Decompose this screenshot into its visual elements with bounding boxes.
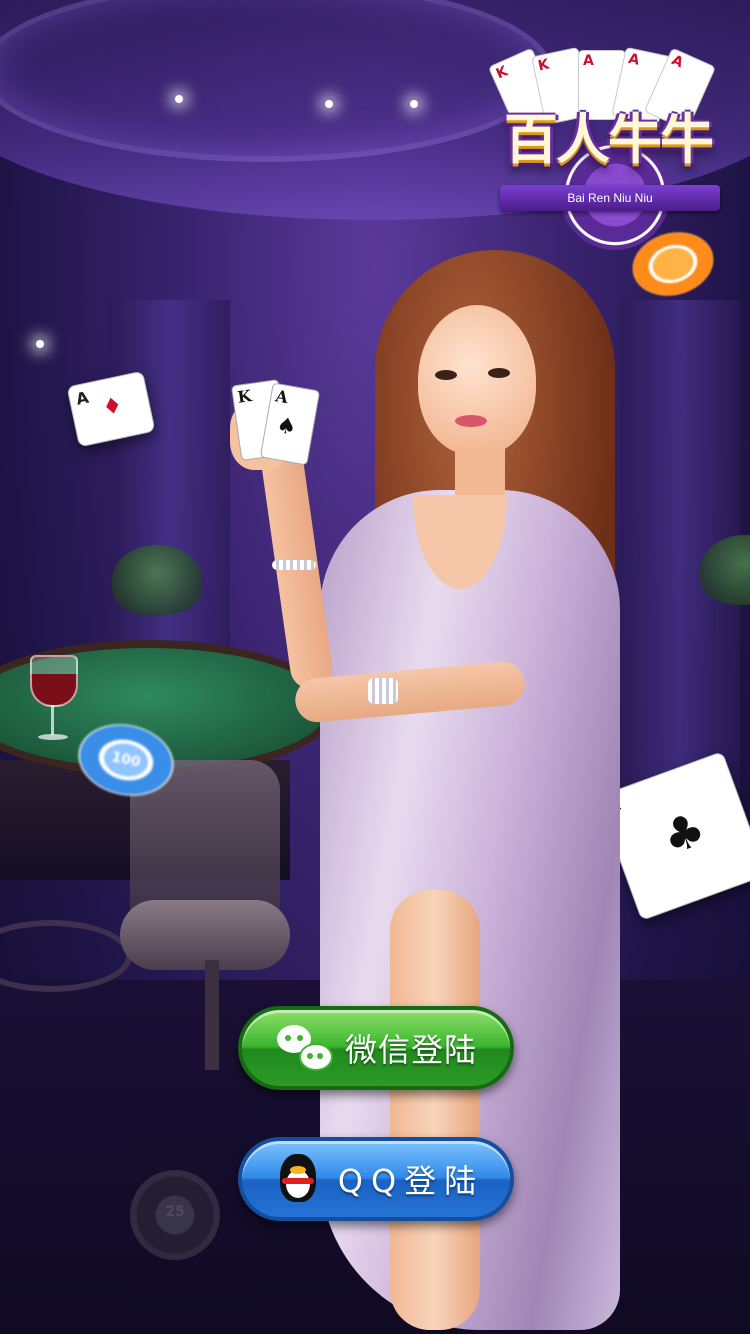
bracelet [272, 560, 316, 570]
character-face [418, 305, 536, 455]
wechat-login-button[interactable]: 微信登陆 [238, 1006, 514, 1090]
diamond-suit-icon: ♦ [100, 392, 125, 422]
qq-penguin-icon [268, 1152, 330, 1206]
ceiling-spotlight [175, 95, 183, 103]
penguin-scarf [281, 1178, 314, 1184]
wine-glass-stem [51, 705, 54, 735]
card-rank: A [274, 386, 290, 408]
ceiling-spotlight [410, 100, 418, 108]
character-eye [488, 368, 510, 378]
game-login-scene: 100 25 A ♦ A ♣ K A ♠ [0, 0, 750, 1334]
ceiling-spotlight [325, 100, 333, 108]
wechat-bubble-small [298, 1043, 333, 1071]
penguin-beak [289, 1166, 306, 1174]
wine-glass-base [38, 734, 68, 740]
spade-suit-icon: ♠ [274, 411, 299, 441]
wine-glass-icon [30, 655, 78, 707]
character-leg [390, 890, 480, 1330]
potted-plant [112, 545, 202, 615]
wechat-icon [275, 1021, 337, 1075]
character-neckline [405, 495, 515, 605]
qq-login-label: QQ登陆 [337, 1162, 485, 1200]
game-logo: K K A A A 百人牛牛 Bai Ren Niu Niu [480, 20, 740, 250]
qq-login-button[interactable]: QQ登陆 [238, 1137, 514, 1221]
wechat-login-label: 微信登陆 [344, 1031, 477, 1069]
character-lips [455, 415, 487, 427]
game-title: 百人牛牛 [504, 108, 714, 171]
wall-light [36, 340, 44, 348]
card-rank: A [74, 387, 91, 409]
blue-chip-value: 100 [110, 748, 143, 771]
card-rank: K [236, 386, 253, 407]
bracelet [368, 678, 398, 704]
ceiling-light-ring [0, 0, 552, 162]
penguin-belly [285, 1170, 310, 1198]
game-subtitle: Bai Ren Niu Niu [500, 185, 720, 211]
held-cards: K A ♠ [230, 379, 326, 466]
character-eye [435, 370, 457, 380]
